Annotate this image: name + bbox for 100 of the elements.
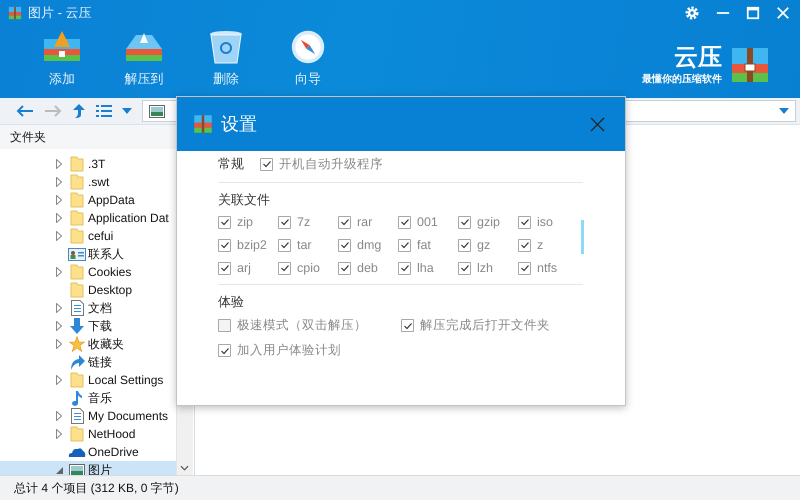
checkbox-option[interactable]: gz [458,238,518,252]
tree-item[interactable]: 链接 [0,353,176,371]
expand-icon[interactable] [56,267,62,277]
checkbox[interactable] [218,344,231,357]
expand-icon[interactable] [56,321,62,331]
toolbar-button[interactable]: 解压到 [114,26,174,90]
expand-icon[interactable] [56,429,62,439]
settings-icon[interactable] [684,5,700,21]
tree-item[interactable]: cefui [0,227,176,245]
checkbox[interactable] [278,238,291,252]
tree-item[interactable]: Desktop [0,281,176,299]
checkbox-option[interactable]: dmg [338,238,398,252]
download-arrow-icon [69,318,85,334]
expand-icon[interactable] [56,375,62,385]
expand-icon[interactable] [56,231,62,241]
archive-icon [193,114,213,134]
close-icon[interactable] [590,116,605,132]
checkbox-option[interactable]: 解压完成后打开文件夹 [401,317,581,334]
checkbox-option[interactable]: ntfs [518,261,578,275]
tree-item[interactable]: My Documents [0,407,176,425]
checkbox-option[interactable]: fat [398,238,458,252]
checkbox-option[interactable]: 开机自动升级程序 [260,156,383,172]
music-note-icon [71,390,83,406]
checkbox[interactable] [218,262,231,274]
tree-item[interactable]: Local Settings [0,371,176,389]
expand-icon[interactable] [56,159,62,169]
tree-item[interactable]: AppData [0,191,176,209]
checkbox[interactable] [518,216,531,228]
dialog-title: 设置 [221,113,257,136]
checkbox-option[interactable]: bzip2 [218,238,278,252]
section-title: 常规 [218,155,244,173]
checkbox[interactable] [278,216,291,228]
tree-item[interactable]: 联系人 [0,245,176,263]
contact-card-icon [68,248,86,260]
checkbox[interactable] [260,158,273,170]
checkbox[interactable] [278,262,291,274]
expand-icon[interactable] [56,339,62,349]
shortcut-arrow-icon [69,354,85,370]
checkbox-option[interactable]: tar [278,238,338,252]
checkbox[interactable] [218,238,231,252]
scroll-down-icon[interactable] [180,465,189,471]
folder-icon [70,372,84,388]
expand-icon[interactable] [56,177,62,187]
caret-icon[interactable] [122,108,132,114]
tree-item[interactable]: Application Dat [0,209,176,227]
caret-icon[interactable] [779,108,789,114]
tree-item[interactable]: 音乐 [0,389,176,407]
checkbox[interactable] [398,238,411,252]
checkbox[interactable] [218,319,231,332]
checkbox-option[interactable]: z [518,238,578,252]
checkbox-option[interactable]: gzip [458,215,518,229]
checkbox-option[interactable]: lzh [458,261,518,275]
checkbox-option[interactable]: 极速模式（双击解压） [218,317,401,334]
checkbox-option[interactable]: 7z [278,215,338,229]
tree-item[interactable]: 下载 [0,317,176,335]
checkbox[interactable] [398,262,411,274]
checkbox-option[interactable]: deb [338,261,398,275]
checkbox-option[interactable]: iso [518,215,578,229]
tree-item[interactable]: NetHood [0,425,176,443]
document-icon [70,408,84,424]
checkbox[interactable] [218,216,231,228]
expand-icon[interactable] [56,213,62,223]
checkbox[interactable] [338,238,351,252]
toolbar-button[interactable]: 删除 [196,26,256,90]
checkbox-option[interactable]: rar [338,215,398,229]
document-icon [70,300,84,316]
checkbox[interactable] [401,319,414,332]
checkbox[interactable] [398,216,411,228]
cloud-icon [68,446,86,458]
toolbar-button[interactable]: 添加 [32,26,92,90]
tree-item[interactable]: 图片 [0,461,176,475]
folder-icon [70,426,84,442]
checkbox-option[interactable]: lha [398,261,458,275]
checkbox[interactable] [458,262,471,274]
tree-item[interactable]: 收藏夹 [0,335,176,353]
back-icon[interactable] [16,104,34,118]
tree-item[interactable]: OneDrive [0,443,176,461]
expand-icon[interactable] [56,411,62,421]
checkbox-option[interactable]: zip [218,215,278,229]
checkbox[interactable] [458,216,471,228]
list-view-icon[interactable] [96,104,112,118]
checkbox-option[interactable]: arj [218,261,278,275]
tree-item[interactable]: .swt [0,173,176,191]
checkbox[interactable] [518,262,531,274]
maximize-icon[interactable] [746,6,760,20]
expand-icon[interactable] [56,195,62,205]
checkbox[interactable] [458,238,471,252]
checkbox-option[interactable]: 加入用户体验计划 [218,342,401,359]
scrollbar-thumb[interactable] [581,220,584,254]
tree-item[interactable]: .3T [0,155,176,173]
tree-item[interactable]: 文档 [0,299,176,317]
tree-item[interactable]: Cookies [0,263,176,281]
checkbox[interactable] [518,238,531,252]
checkbox-option[interactable]: cpio [278,261,338,275]
up-arrow-icon[interactable] [72,103,86,119]
checkbox[interactable] [338,262,351,274]
checkbox[interactable] [338,216,351,228]
toolbar-button[interactable]: 向导 [278,26,338,90]
expand-icon[interactable] [56,303,62,313]
checkbox-option[interactable]: 001 [398,215,458,229]
